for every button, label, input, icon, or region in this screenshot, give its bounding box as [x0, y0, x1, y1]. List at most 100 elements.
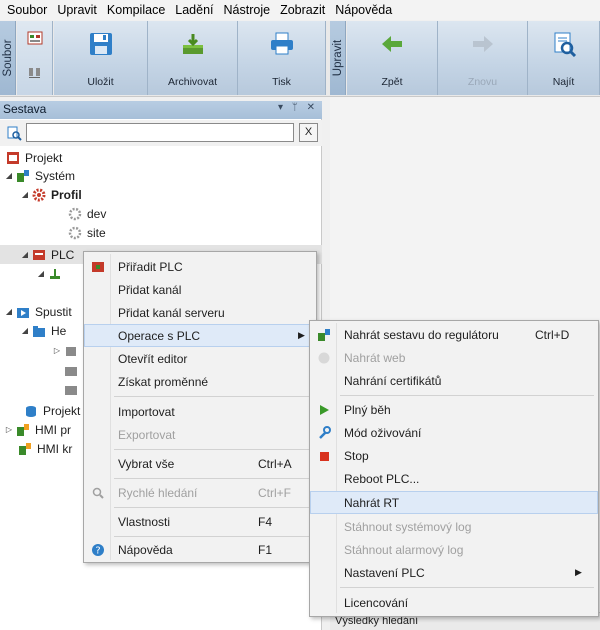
clear-search-button[interactable]: X: [299, 123, 318, 142]
menu-napoveda[interactable]: Nápověda: [330, 0, 397, 20]
archive-button[interactable]: Archivovat: [148, 21, 238, 95]
gear-icon: [67, 206, 83, 222]
menu-item-stop[interactable]: Stop: [310, 444, 598, 467]
menu-separator: [340, 395, 594, 396]
plc-assign-icon: [90, 259, 106, 275]
redo-button[interactable]: Znovu: [438, 21, 528, 95]
expand-arrow-icon[interactable]: ◢: [20, 326, 30, 335]
expand-arrow-icon[interactable]: ◢: [20, 190, 30, 199]
folder-icon: [31, 323, 47, 339]
menu-separator: [114, 507, 312, 508]
plc-operations-submenu: Nahrát sestavu do regulátoru Ctrl+D Nahr…: [309, 320, 599, 617]
play-icon: [316, 402, 332, 418]
menu-item-assign-plc[interactable]: Přiřadit PLC: [84, 255, 316, 278]
menu-zobrazit[interactable]: Zobrazit: [275, 0, 330, 20]
wrench-icon: [316, 425, 332, 441]
menu-item-export[interactable]: Exportovat: [84, 423, 316, 446]
menu-item-upload-web[interactable]: Nahrát web: [310, 346, 598, 369]
find-button[interactable]: Najít: [528, 21, 600, 95]
expand-arrow-icon[interactable]: ◢: [4, 171, 14, 180]
project-icon: [5, 150, 21, 166]
ribbon-toolbar: Soubor Uložit Archivovat Tisk Upravit Zp…: [0, 21, 600, 97]
run-icon: [15, 304, 31, 320]
menu-item-upload-rt[interactable]: Nahrát RT: [310, 491, 598, 514]
system-icon: [15, 168, 31, 184]
channel-icon: [47, 266, 63, 282]
arrow-right-icon: [468, 29, 498, 59]
tree-node-system[interactable]: ◢ Systém: [4, 166, 326, 185]
menu-item-open-editor[interactable]: Otevřít editor: [84, 347, 316, 370]
menu-kompilace[interactable]: Kompilace: [102, 0, 170, 20]
menu-soubor[interactable]: Soubor: [2, 0, 52, 20]
arrow-left-icon: [377, 29, 407, 59]
svg-text:?: ?: [95, 545, 100, 556]
new-project-icon[interactable]: [25, 29, 45, 47]
collapse-arrow-icon[interactable]: ▷: [52, 346, 62, 355]
hmi-icon: [17, 441, 33, 457]
tree-node-dev[interactable]: dev: [66, 204, 388, 223]
save-icon: [86, 29, 116, 59]
print-icon: [267, 29, 297, 59]
folder-icon: [63, 362, 79, 378]
menu-item-plc-operations[interactable]: Operace s PLC ▶: [84, 324, 316, 347]
menu-item-full-run[interactable]: Plný běh: [310, 398, 598, 421]
menu-item-plc-settings[interactable]: Nastavení PLC ▶: [310, 561, 598, 584]
menu-separator: [114, 449, 312, 450]
hmi-icon: [15, 422, 31, 438]
expand-arrow-icon[interactable]: ◢: [20, 250, 30, 259]
tree-node-project[interactable]: Projekt: [4, 148, 326, 167]
network-icon[interactable]: [25, 63, 45, 81]
print-button[interactable]: Tisk: [238, 21, 326, 95]
menu-ladeni[interactable]: Ladění: [170, 0, 218, 20]
upload-config-icon: [316, 327, 332, 343]
expand-arrow-icon[interactable]: ◢: [36, 269, 46, 278]
context-menu: Přiřadit PLC Přidat kanál Přidat kanál s…: [83, 251, 317, 563]
search-row: X: [0, 120, 322, 146]
menu-item-upload-config[interactable]: Nahrát sestavu do regulátoru Ctrl+D: [310, 323, 598, 346]
menu-separator: [114, 536, 312, 537]
submenu-arrow-icon: ▶: [298, 330, 305, 340]
menu-item-select-all[interactable]: Vybrat vše Ctrl+A: [84, 452, 316, 475]
menu-item-import[interactable]: Importovat: [84, 400, 316, 423]
undo-button[interactable]: Zpět: [347, 21, 438, 95]
gear-icon: [67, 225, 83, 241]
globe-icon: [316, 350, 332, 366]
menu-item-add-channel[interactable]: Přidat kanál: [84, 278, 316, 301]
menu-bar: Soubor Upravit Kompilace Ladění Nástroje…: [0, 0, 600, 20]
menu-upravit[interactable]: Upravit: [52, 0, 102, 20]
ribbon-group-file-label: Soubor: [0, 21, 16, 95]
menu-item-properties[interactable]: Vlastnosti F4: [84, 510, 316, 533]
search-icon: [90, 485, 106, 501]
tree-node-profile[interactable]: ◢ Profil: [20, 185, 342, 204]
collapse-arrow-icon[interactable]: ▷: [4, 425, 14, 434]
ribbon-group-edit-label: Upravit: [330, 21, 346, 95]
ribbon-small-buttons: [17, 21, 53, 95]
tree-node-site[interactable]: site: [66, 223, 388, 242]
menu-item-add-server-channel[interactable]: Přidat kanál serveru: [84, 301, 316, 324]
menu-item-download-alarm-log[interactable]: Stáhnout alarmový log: [310, 538, 598, 561]
gear-icon: [31, 187, 47, 203]
panel-header: Sestava ▾ ᛘ ✕: [0, 101, 322, 119]
search-icon: [6, 125, 22, 144]
menu-item-commissioning-mode[interactable]: Mód oživování: [310, 421, 598, 444]
menu-item-get-variables[interactable]: Získat proměnné: [84, 370, 316, 393]
submenu-arrow-icon: ▶: [575, 567, 582, 577]
menu-separator: [340, 587, 594, 588]
menu-item-quick-search[interactable]: Rychlé hledání Ctrl+F: [84, 481, 316, 504]
folder-icon: [63, 381, 79, 397]
search-input[interactable]: [26, 123, 294, 142]
panel-controls[interactable]: ▾ ᛘ ✕: [278, 102, 318, 113]
menu-item-reboot-plc[interactable]: Reboot PLC...: [310, 467, 598, 490]
stop-icon: [316, 448, 332, 464]
menu-item-upload-certificates[interactable]: Nahrání certifikátů: [310, 369, 598, 392]
menu-item-licensing[interactable]: Licencování: [310, 591, 598, 614]
menu-item-download-system-log[interactable]: Stáhnout systémový log: [310, 515, 598, 538]
menu-nastroje[interactable]: Nástroje: [219, 0, 276, 20]
menu-item-help[interactable]: ? Nápověda F1: [84, 538, 316, 561]
menu-separator: [114, 478, 312, 479]
folder-icon: [63, 343, 79, 359]
menu-separator: [114, 396, 312, 397]
save-button[interactable]: Uložit: [54, 21, 148, 95]
database-icon: [23, 403, 39, 419]
expand-arrow-icon[interactable]: ◢: [4, 307, 14, 316]
